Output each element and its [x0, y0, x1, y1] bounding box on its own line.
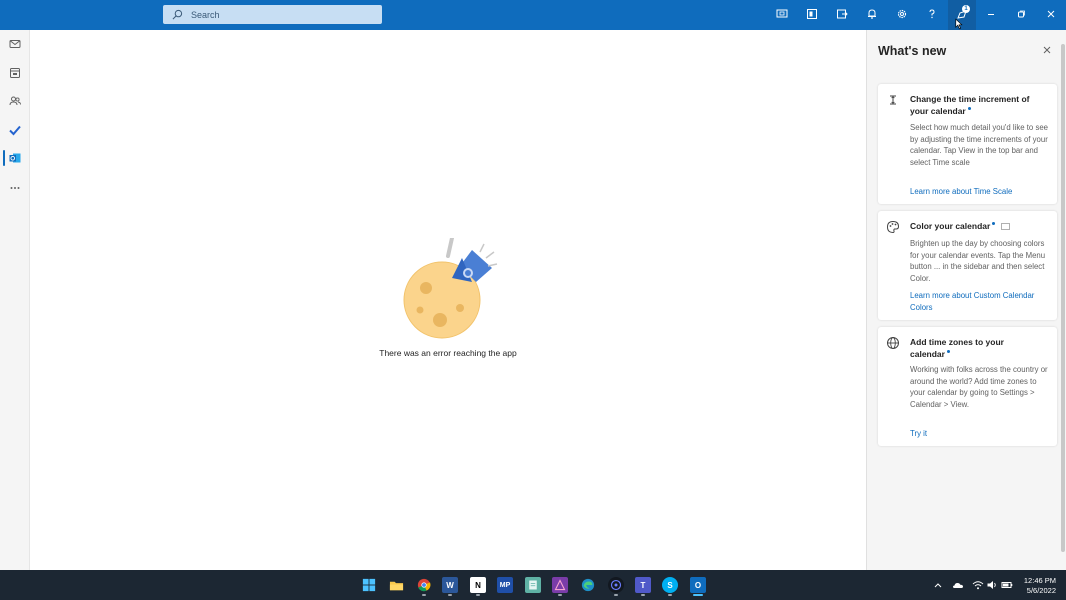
title-bar: Search 1 — [0, 0, 1066, 30]
card-description: Select how much detail you'd like to see… — [910, 123, 1049, 167]
wifi-icon[interactable] — [972, 579, 984, 591]
minimize-icon[interactable] — [983, 6, 999, 22]
main-content: There was an error reaching the app — [31, 30, 865, 570]
running-indicator — [614, 594, 618, 596]
mail-icon[interactable] — [7, 36, 23, 52]
notepad-icon[interactable] — [525, 577, 541, 593]
whats-new-pane: What's new Change the time increment of … — [866, 30, 1066, 570]
meet-now-icon[interactable] — [774, 6, 790, 22]
whats-new-card-time-scale: Change the time increment of your calend… — [878, 84, 1057, 204]
mp-app-icon[interactable]: MP — [497, 577, 513, 593]
card-title: Change the time increment of your calend… — [910, 94, 1030, 116]
new-dot — [992, 222, 996, 225]
card-description: Working with folks across the country or… — [910, 365, 1048, 409]
outlook-icon[interactable] — [7, 150, 23, 166]
bell-icon[interactable] — [864, 6, 880, 22]
active-app-indicator — [693, 594, 703, 596]
running-indicator — [448, 594, 452, 596]
restore-icon[interactable] — [1013, 6, 1029, 22]
onedrive-icon[interactable] — [952, 579, 964, 591]
chrome-icon[interactable] — [416, 577, 432, 593]
more-icon[interactable] — [7, 180, 23, 196]
edge-icon[interactable] — [580, 577, 596, 593]
card-title: Add time zones to your calendar — [910, 337, 1004, 359]
windows-start-icon[interactable] — [361, 577, 377, 593]
new-dot — [946, 349, 950, 353]
learn-more-calendar-colors-link[interactable]: Learn more about Custom Calendar Colors — [910, 290, 1050, 313]
color-tag-icon — [1001, 223, 1011, 231]
error-message: There was an error reaching the app — [379, 348, 517, 358]
running-indicator — [558, 594, 562, 596]
whats-new-button[interactable]: 1 — [948, 0, 976, 30]
close-icon[interactable] — [1043, 6, 1059, 22]
clock-time: 12:46 PM — [1023, 576, 1056, 585]
search-icon — [172, 9, 183, 20]
notion-icon[interactable]: N — [470, 577, 486, 593]
pane-close-icon[interactable] — [1041, 44, 1053, 56]
running-indicator — [668, 594, 672, 596]
help-icon[interactable] — [924, 6, 940, 22]
active-indicator — [3, 150, 5, 166]
pane-scrollbar[interactable] — [1061, 44, 1065, 552]
running-indicator — [422, 594, 426, 596]
clock-date: 5/6/2022 — [1026, 586, 1056, 595]
mouse-cursor-icon — [955, 18, 963, 30]
chevron-up-icon[interactable] — [932, 579, 944, 591]
running-indicator — [476, 594, 480, 596]
obs-icon[interactable] — [608, 577, 624, 593]
time-scale-icon — [890, 95, 896, 105]
app-rail — [0, 30, 30, 570]
learn-more-time-scale-link[interactable]: Learn more about Time Scale — [910, 186, 1050, 198]
pane-title: What's new — [878, 44, 947, 58]
gear-icon[interactable] — [894, 6, 910, 22]
office-apps-icon[interactable] — [804, 6, 820, 22]
palette-icon — [886, 220, 900, 234]
error-illustration-icon — [403, 238, 498, 339]
whats-new-badge: 1 — [962, 5, 970, 13]
new-dot — [967, 106, 971, 110]
calendar-icon[interactable] — [7, 65, 23, 81]
card-description: Brighten up the day by choosing colors f… — [910, 239, 1046, 283]
running-indicator — [641, 594, 645, 596]
affinity-icon[interactable] — [552, 577, 568, 593]
battery-icon[interactable] — [1001, 579, 1013, 591]
outlook-forms-icon[interactable] — [834, 6, 850, 22]
search-placeholder: Search — [191, 9, 220, 20]
outlook-taskbar-icon[interactable]: O — [690, 577, 706, 593]
try-it-link[interactable]: Try it — [910, 428, 1050, 440]
file-explorer-icon[interactable] — [388, 577, 404, 593]
word-icon[interactable]: W — [442, 577, 458, 593]
teams-icon[interactable]: T — [635, 577, 651, 593]
whats-new-card-color: Color your calendar Brighten up the day … — [878, 211, 1057, 320]
taskbar-clock[interactable]: 12:46 PM 5/6/2022 — [1016, 576, 1056, 596]
skype-icon[interactable]: S — [662, 577, 678, 593]
todo-icon[interactable] — [7, 122, 23, 138]
card-title: Color your calendar — [910, 221, 1040, 233]
search-box[interactable]: Search — [163, 5, 382, 24]
people-icon[interactable] — [7, 93, 23, 109]
whats-new-card-time-zones: Add time zones to your calendar Working … — [878, 327, 1057, 446]
globe-icon — [887, 337, 899, 349]
speaker-icon[interactable] — [986, 579, 998, 591]
